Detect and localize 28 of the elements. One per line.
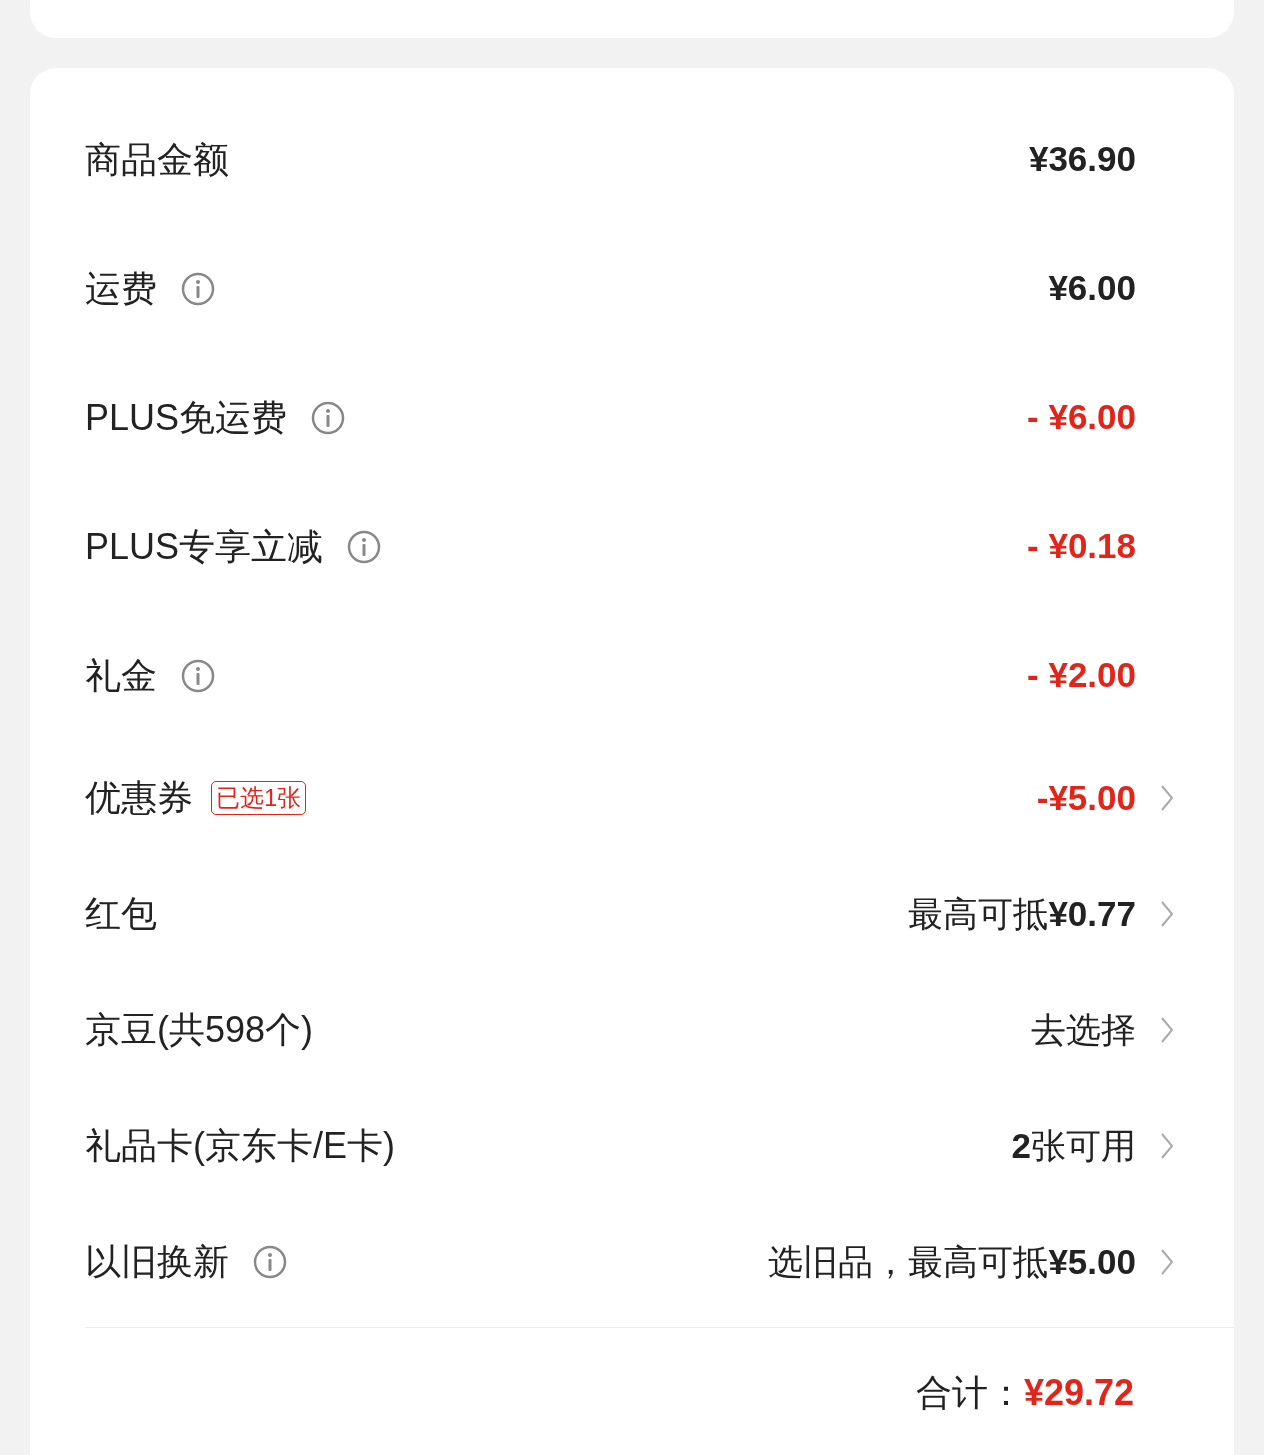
row-label: 运费 — [85, 266, 157, 311]
row-label: 以旧换新 — [85, 1240, 229, 1284]
info-icon[interactable] — [311, 400, 346, 435]
info-icon[interactable] — [253, 1245, 287, 1279]
total-label: 合计： — [915, 1371, 1024, 1415]
row-label: 商品金额 — [85, 137, 229, 182]
row-label: PLUS专享立减 — [85, 524, 324, 569]
row-value[interactable]: -¥5.00 — [1036, 771, 1136, 825]
info-icon[interactable] — [181, 271, 215, 306]
row-value: - ¥6.00 — [1027, 396, 1136, 439]
total-amount: ¥29.72 — [1023, 1371, 1134, 1415]
row-value[interactable]: 去选择 — [1031, 1003, 1136, 1057]
row-value: - ¥0.18 — [1027, 525, 1136, 568]
row-value[interactable]: 最高可抵¥0.77 — [908, 887, 1136, 941]
row-value: - ¥2.00 — [1027, 654, 1136, 697]
info-icon[interactable] — [347, 529, 382, 564]
row-value: ¥6.00 — [1048, 267, 1136, 310]
row-label: 红包 — [85, 892, 157, 936]
row-value[interactable]: 选旧品，最高可抵¥5.00 — [768, 1235, 1136, 1289]
row-label: 礼金 — [85, 653, 157, 698]
selected-tag: 已选1张 — [211, 781, 307, 815]
row-label: PLUS免运费 — [85, 395, 288, 440]
info-icon[interactable] — [181, 658, 215, 693]
row-value[interactable]: 2张可用 — [1011, 1119, 1136, 1173]
row-label: 优惠券 — [85, 776, 193, 820]
row-value: ¥36.90 — [1028, 138, 1136, 181]
row-label: 礼品卡(京东卡/E卡) — [85, 1124, 395, 1168]
row-label: 京豆(共598个) — [85, 1008, 314, 1052]
